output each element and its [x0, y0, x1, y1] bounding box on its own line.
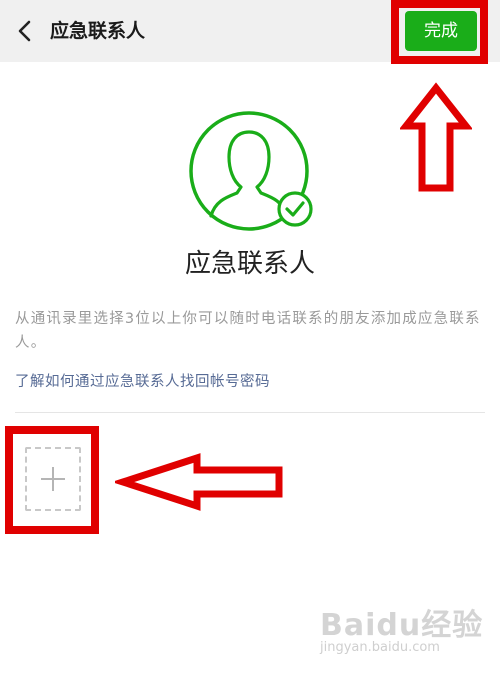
recover-account-link[interactable]: 了解如何通过应急联系人找回帐号密码: [15, 370, 270, 394]
annotation-box-add: [5, 426, 99, 534]
annotation-up-arrow: [400, 82, 472, 192]
chevron-left-icon: [18, 20, 31, 42]
section-heading: 应急联系人: [184, 249, 315, 279]
description-text: 从通讯录里选择3位以上你可以随时电话联系的朋友添加成应急联系人。: [15, 311, 481, 351]
annotation-left-arrow: [115, 453, 283, 511]
back-button[interactable]: [10, 16, 40, 46]
divider: [15, 412, 485, 413]
watermark-url: jingyan.baidu.com: [320, 640, 440, 655]
annotation-box-done: [391, 0, 488, 64]
page-title: 应急联系人: [50, 20, 146, 42]
watermark-logo: Baidu经验: [320, 608, 484, 643]
person-avatar-icon: [189, 111, 313, 231]
